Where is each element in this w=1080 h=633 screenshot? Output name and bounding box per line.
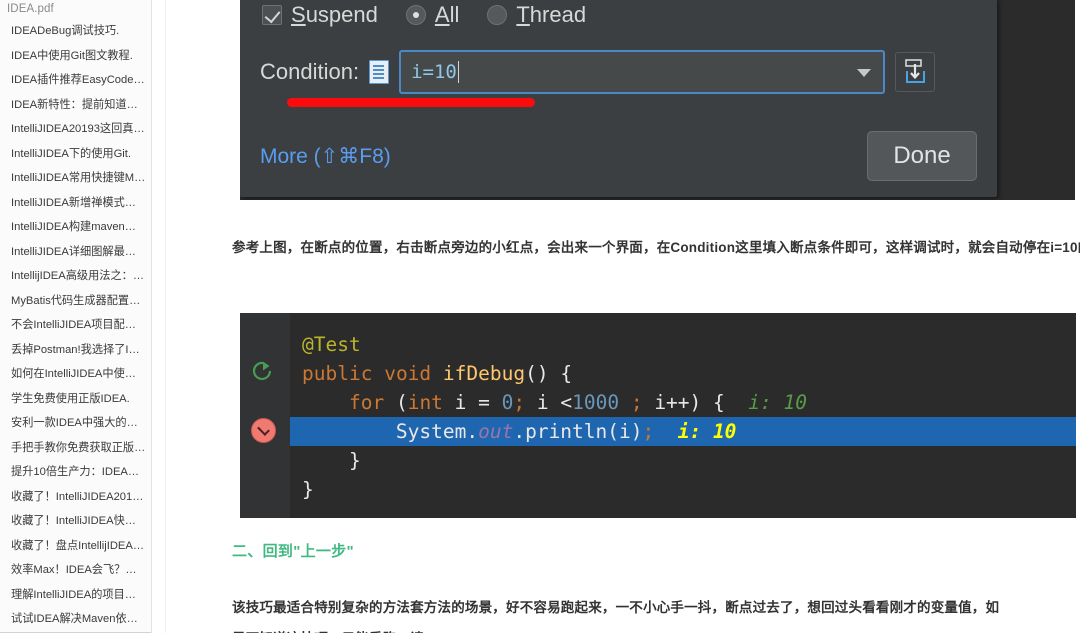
bookmark-item[interactable]: 收藏了！盘点IntellijIDEA那… bbox=[0, 534, 151, 559]
bookmark-item[interactable]: IntelliJIDEA新增禅模式和Li… bbox=[0, 191, 151, 216]
document-content: Suspend All Thread Condition: i=10 More … bbox=[166, 0, 1080, 633]
suspend-row: Suspend All Thread bbox=[262, 0, 586, 32]
bookmark-item[interactable]: 效率Max！IDEA会飞？只… bbox=[0, 558, 151, 583]
bookmark-sidebar[interactable]: IDEA.pdf IDEADeBug调试技巧. IDEA中使用Git图文教程. ID… bbox=[0, 0, 152, 633]
code-line-close-outer: } bbox=[302, 478, 314, 501]
bookmark-item[interactable]: MyBatis代码生成器配置详… bbox=[0, 289, 151, 314]
code-line-signature: public void ifDebug() { bbox=[302, 362, 573, 385]
chevron-down-icon[interactable] bbox=[857, 69, 872, 77]
sidebar-gutter bbox=[152, 0, 166, 633]
code-line-println: System.out.println(i); i: 10 bbox=[290, 417, 1076, 446]
code-lines: @Test public void ifDebug() { for (int i… bbox=[290, 313, 1076, 518]
section-heading-2: 二、回到"上一步" bbox=[232, 543, 354, 560]
bookmark-list[interactable]: IDEADeBug调试技巧. IDEA中使用Git图文教程. IDEA插件推荐Eas… bbox=[0, 19, 151, 633]
suspend-thread-label: Thread bbox=[516, 2, 587, 27]
bookmark-item[interactable]: IDEA新特性：提前知道代… bbox=[0, 93, 151, 118]
save-condition-button[interactable] bbox=[895, 52, 936, 92]
bookmark-item[interactable]: IntellijIDEA高级用法之：集… bbox=[0, 264, 151, 289]
condition-label: Condition: bbox=[260, 59, 360, 84]
conditional-breakpoint-icon[interactable] bbox=[251, 418, 276, 443]
breakpoint-dialog: Suspend All Thread Condition: i=10 More … bbox=[240, 0, 997, 197]
bookmark-item[interactable]: IDEA插件推荐EasyCode一… bbox=[0, 68, 151, 93]
expression-editor-icon[interactable] bbox=[369, 60, 390, 84]
save-to-file-icon bbox=[905, 59, 926, 83]
suspend-checkbox[interactable] bbox=[262, 5, 282, 25]
paragraph-1: 参考上图，在断点的位置，右击断点旁边的小红点，会出来一个界面，在Conditio… bbox=[232, 240, 1080, 255]
bookmark-item[interactable]: IntelliJIDEA详细图解最常… bbox=[0, 240, 151, 265]
red-annotation-underline bbox=[287, 98, 535, 107]
bookmark-item[interactable]: IDEADeBug调试技巧. bbox=[0, 19, 151, 44]
suspend-all-radio[interactable] bbox=[405, 5, 426, 25]
bookmark-item[interactable]: 学生免费使用正版IDEA. bbox=[0, 387, 151, 412]
done-button[interactable]: Done bbox=[867, 131, 977, 181]
breakpoint-dialog-screenshot: Suspend All Thread Condition: i=10 More … bbox=[240, 0, 1075, 200]
bookmark-item[interactable]: 理解IntelliJIDEA的项目配… bbox=[0, 583, 151, 608]
bookmark-item[interactable]: 提升10倍生产力：IDEA远… bbox=[0, 460, 151, 485]
code-line-close-inner: } bbox=[348, 449, 361, 472]
bookmark-item[interactable]: 收藏了！IntelliJIDEA快捷… bbox=[0, 509, 151, 534]
code-screenshot: @Test public void ifDebug() { for (int i… bbox=[240, 313, 1076, 518]
condition-input[interactable]: i=10 bbox=[399, 50, 886, 94]
more-link[interactable]: More (⇧⌘F8) bbox=[260, 144, 391, 169]
sidebar-document-title: IDEA.pdf bbox=[7, 3, 54, 15]
bookmark-item[interactable]: 收藏了！IntelliJIDEA2019… bbox=[0, 485, 151, 510]
pdf-reader-window: IDEA.pdf IDEADeBug调试技巧. IDEA中使用Git图文教程. ID… bbox=[0, 0, 1080, 633]
condition-row: Condition: i=10 bbox=[260, 48, 936, 96]
bookmark-item[interactable]: IntelliJIDEA下的使用Git. bbox=[0, 142, 151, 167]
bookmark-item[interactable]: IntelliJIDEA构建maven多… bbox=[0, 215, 151, 240]
bookmark-item[interactable]: IDEA中使用Git图文教程. bbox=[0, 44, 151, 69]
bookmark-item[interactable]: IntelliJIDEA常用快捷键Ma… bbox=[0, 166, 151, 191]
code-line-for: for (int i = 0; i <1000 ; i++) { i: 10 bbox=[348, 391, 807, 414]
bookmark-item[interactable]: 手把手教你免费获取正版Int… bbox=[0, 436, 151, 461]
editor-gutter bbox=[240, 313, 290, 518]
bookmark-item[interactable]: IntelliJIDEA20193这回真… bbox=[0, 117, 151, 142]
suspend-all-label: All bbox=[434, 2, 460, 27]
condition-input-value: i=10 bbox=[411, 61, 457, 83]
bookmark-item[interactable]: 丢掉Postman!我选择了IDE… bbox=[0, 338, 151, 363]
text-caret bbox=[457, 61, 460, 83]
code-line-annotation: @Test bbox=[302, 333, 361, 356]
bookmark-item[interactable]: 如何在IntelliJIDEA中使用Git. bbox=[0, 362, 151, 387]
suspend-thread-radio[interactable] bbox=[487, 5, 508, 25]
bookmark-item[interactable]: 试试IDEA解决Maven依赖… bbox=[0, 607, 151, 632]
run-method-icon[interactable] bbox=[252, 360, 274, 382]
bookmark-item[interactable]: 不会IntelliJIDEA项目配置… bbox=[0, 313, 151, 338]
paragraph-3: 果不知道这技巧，只能重跑，请 bbox=[232, 623, 1080, 633]
suspend-label: Suspend bbox=[291, 2, 378, 27]
bookmark-item[interactable]: 安利一款IDEA中强大的代… bbox=[0, 411, 151, 436]
dialog-footer: More (⇧⌘F8) Done bbox=[260, 131, 977, 181]
paragraph-2: 该技巧最适合特别复杂的方法套方法的场景，好不容易跑起来，一不小心手一抖，断点过去… bbox=[232, 600, 1000, 615]
